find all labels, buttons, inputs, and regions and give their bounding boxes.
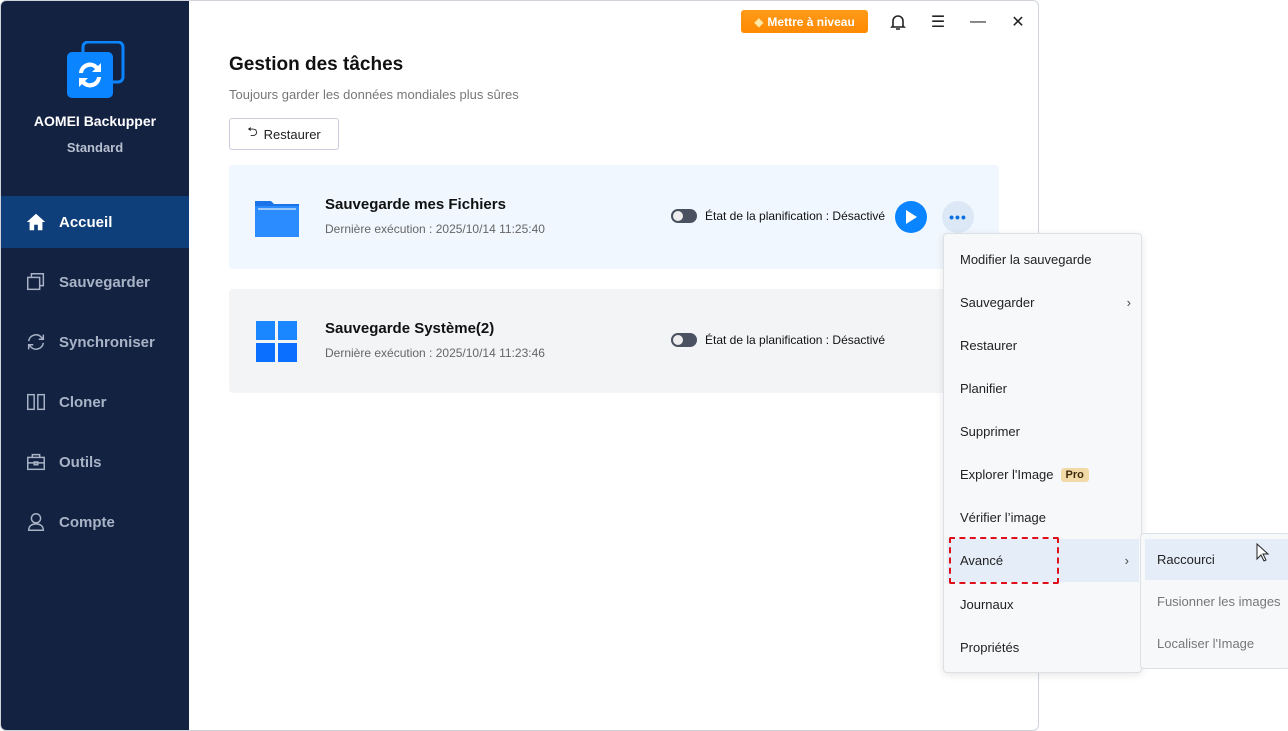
undo-icon: ⮌ <box>247 124 258 139</box>
menu-item-label: Modifier la sauvegarde <box>960 252 1092 267</box>
sidebar-item-label: Accueil <box>59 213 113 231</box>
sidebar-item-label: Cloner <box>59 393 107 411</box>
menu-item-label: Vérifier l’image <box>960 510 1046 525</box>
sidebar-item-label: Outils <box>59 453 102 471</box>
menu-item-label: Sauvegarder <box>960 295 1035 310</box>
menu-item-verifier[interactable]: Vérifier l’image <box>944 496 1141 539</box>
menu-item-label: Localiser l'Image <box>1157 636 1255 651</box>
minimize-icon[interactable]: — <box>967 11 989 33</box>
menu-item-label: Restaurer <box>960 338 1018 353</box>
app-window: AOMEI Backupper Standard Accueil Sauvega… <box>0 0 1039 731</box>
menu-item-modifier[interactable]: Modifier la sauvegarde <box>944 238 1141 281</box>
submenu-item-fusionner[interactable]: Fusionner les images <box>1145 581 1288 622</box>
highlight-annotation <box>949 537 1059 584</box>
sync-icon <box>27 334 45 350</box>
sidebar-item-accueil[interactable]: Accueil <box>1 196 189 248</box>
diamond-icon: ◆ <box>754 14 764 29</box>
folder-icon <box>255 201 299 237</box>
task-name: Sauvegarde mes Fichiers <box>325 196 506 213</box>
clone-icon <box>27 393 45 411</box>
app-edition: Standard <box>66 140 124 155</box>
sidebar-item-sauvegarder[interactable]: Sauvegarder <box>1 256 189 308</box>
menu-item-label: Raccourci <box>1157 552 1215 567</box>
upgrade-label: Mettre à niveau <box>767 14 855 29</box>
sidebar-item-label: Synchroniser <box>59 333 155 351</box>
menu-item-label: Planifier <box>960 381 1007 396</box>
menu-item-label: Explorer l'Image <box>960 467 1054 482</box>
windows-icon <box>256 321 297 362</box>
context-menu: Modifier la sauvegarde Sauvegarder › Rest… <box>943 233 1142 673</box>
menu-item-proprietes[interactable]: Propriétés <box>944 626 1141 669</box>
task-name: Sauvegarde Système(2) <box>325 320 495 337</box>
bell-icon[interactable] <box>887 11 909 33</box>
chevron-right-icon: › <box>1126 295 1131 310</box>
menu-item-label: Propriétés <box>960 640 1020 655</box>
chevron-right-icon: › <box>1124 553 1129 568</box>
main-panel: ◆ Mettre à niveau ☰ — ✕ Gestion des tâche… <box>189 1 1038 730</box>
mouse-cursor-icon <box>1256 543 1270 562</box>
home-icon <box>26 213 46 231</box>
page-title: Gestion des tâches <box>229 54 404 75</box>
restore-button[interactable]: ⮌ Restaurer <box>229 118 339 150</box>
task-last-run: Dernière exécution : 2025/10/14 11:25:40 <box>325 222 545 236</box>
play-icon <box>906 210 917 224</box>
sidebar-item-label: Sauvegarder <box>59 273 150 291</box>
menu-item-supprimer[interactable]: Supprimer <box>944 410 1141 453</box>
backup-icon <box>27 273 45 291</box>
menu-item-label: Journaux <box>960 597 1014 612</box>
schedule-toggle[interactable] <box>671 333 697 347</box>
menu-item-label: Supprimer <box>960 424 1020 439</box>
menu-item-restaurer[interactable]: Restaurer <box>944 324 1141 367</box>
sidebar-item-synchroniser[interactable]: Synchroniser <box>1 316 189 368</box>
schedule-status: État de la planification : Désactivé <box>705 333 886 347</box>
task-card[interactable]: Sauvegarde Système(2) Dernière exécution… <box>229 289 999 393</box>
task-last-run: Dernière exécution : 2025/10/14 11:23:46 <box>325 346 545 360</box>
run-button[interactable] <box>895 201 927 233</box>
menu-icon[interactable]: ☰ <box>927 11 949 33</box>
upgrade-button[interactable]: ◆ Mettre à niveau <box>741 10 868 33</box>
page-subtitle: Toujours garder les données mondiales pl… <box>229 87 519 102</box>
close-icon[interactable]: ✕ <box>1007 11 1029 33</box>
menu-item-planifier[interactable]: Planifier <box>944 367 1141 410</box>
schedule-toggle[interactable] <box>671 209 697 223</box>
task-card[interactable]: Sauvegarde mes Fichiers Dernière exécuti… <box>229 165 999 269</box>
more-options-button[interactable]: ••• <box>942 201 974 233</box>
sidebar-item-compte[interactable]: Compte <box>1 496 189 548</box>
menu-item-explorer[interactable]: Explorer l'Image Pro <box>944 453 1141 496</box>
menu-item-label: Fusionner les images <box>1157 594 1281 609</box>
menu-item-journaux[interactable]: Journaux <box>944 583 1141 626</box>
sidebar: AOMEI Backupper Standard Accueil Sauvega… <box>1 1 189 730</box>
restore-label: Restaurer <box>263 126 321 142</box>
pro-badge: Pro <box>1060 467 1089 482</box>
app-logo <box>67 41 125 98</box>
app-name: AOMEI Backupper <box>33 113 157 129</box>
toolbox-icon <box>27 453 45 471</box>
menu-item-sauvegarder[interactable]: Sauvegarder › <box>944 281 1141 324</box>
sidebar-item-cloner[interactable]: Cloner <box>1 376 189 428</box>
schedule-status: État de la planification : Désactivé <box>705 209 886 223</box>
user-icon <box>27 513 45 531</box>
sidebar-item-label: Compte <box>59 513 115 531</box>
submenu-item-localiser[interactable]: Localiser l'Image <box>1145 623 1288 664</box>
sidebar-item-outils[interactable]: Outils <box>1 436 189 488</box>
